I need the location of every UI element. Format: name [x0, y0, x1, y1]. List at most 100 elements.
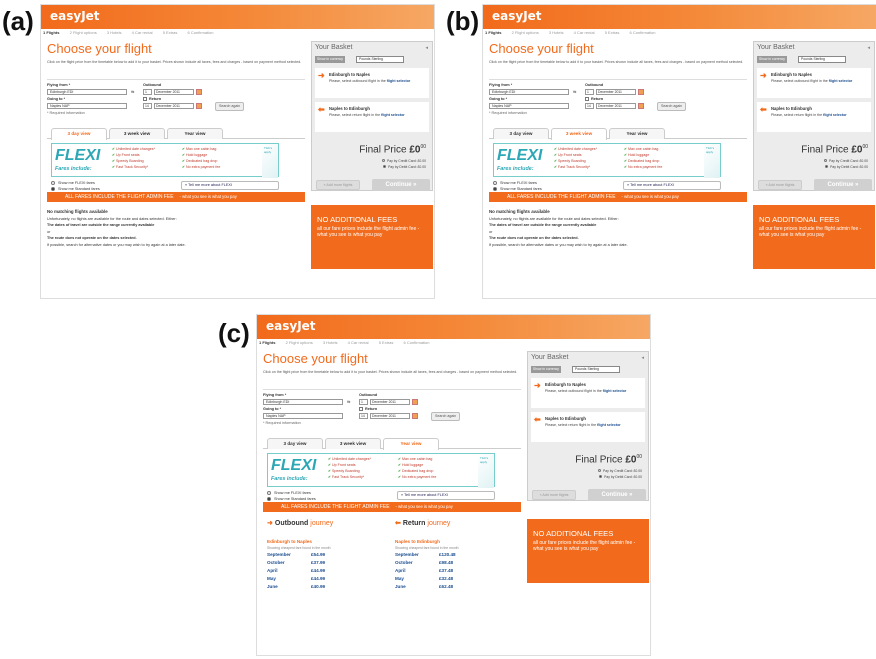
- pay-debit-radio[interactable]: Pay by Debit Card: £0.00: [825, 165, 868, 169]
- outbound-day-select[interactable]: 1: [143, 89, 152, 95]
- price-value[interactable]: £120.48: [439, 552, 456, 557]
- price-row[interactable]: April £37.48: [395, 568, 515, 576]
- step-car-rental[interactable]: 4 Car rental: [348, 340, 369, 345]
- return-month-select[interactable]: December 2011: [596, 103, 636, 109]
- outbound-calendar-icon[interactable]: [412, 399, 418, 405]
- tab-3-day-view[interactable]: 3 day view: [267, 438, 323, 449]
- price-row[interactable]: May £32.48: [395, 576, 515, 584]
- price-value[interactable]: £40.99: [311, 584, 325, 589]
- return-month-select[interactable]: December 2011: [154, 103, 194, 109]
- tab-year-view[interactable]: Year view: [167, 128, 223, 139]
- pay-debit-radio[interactable]: Pay by Debit Card: £0.00: [383, 165, 426, 169]
- tab-3-day-view[interactable]: 3 day view: [51, 128, 107, 140]
- easyjet-logo[interactable]: easyJet: [492, 9, 542, 23]
- pay-credit-radio[interactable]: Pay by Credit Card: £0.00: [597, 469, 642, 473]
- step-extras[interactable]: 5 Extras: [605, 30, 620, 35]
- pay-debit-radio[interactable]: Pay by Debit Card: £0.00: [599, 475, 642, 479]
- return-checkbox[interactable]: [359, 407, 363, 411]
- price-value[interactable]: £37.99: [311, 560, 325, 565]
- going-to-input[interactable]: Naples NAP: [47, 103, 127, 109]
- tab-year-view[interactable]: Year view: [609, 128, 665, 139]
- tell-me-more-flexi-link[interactable]: » Tell me more about FLEXI: [397, 491, 495, 500]
- step-flight-options[interactable]: 2 Flight options: [512, 30, 539, 35]
- flight-selector-link[interactable]: flight selector: [829, 79, 853, 83]
- step-confirmation[interactable]: 6 Confirmation: [187, 30, 213, 35]
- collapse-icon[interactable]: ◂: [641, 355, 644, 361]
- add-more-flights-button[interactable]: « Add more flights: [532, 490, 576, 500]
- step-car-rental[interactable]: 4 Car rental: [574, 30, 595, 35]
- flight-selector-link[interactable]: flight selector: [597, 423, 621, 427]
- continue-button[interactable]: Continue »: [588, 489, 646, 501]
- return-day-select[interactable]: 14: [585, 103, 594, 109]
- flying-from-input[interactable]: Edinburgh EDI: [263, 399, 343, 405]
- pay-credit-radio[interactable]: Pay by Credit Card: £0.00: [381, 159, 426, 163]
- easyjet-logo[interactable]: easyJet: [266, 319, 316, 333]
- price-row[interactable]: April £44.99: [267, 568, 387, 576]
- step-flight-options[interactable]: 2 Flight options: [70, 30, 97, 35]
- tab-year-view[interactable]: Year view: [383, 438, 439, 450]
- flight-selector-link[interactable]: flight selector: [381, 113, 405, 117]
- return-month-select[interactable]: December 2011: [370, 413, 410, 419]
- outbound-calendar-icon[interactable]: [196, 89, 202, 95]
- flight-selector-link[interactable]: flight selector: [823, 113, 847, 117]
- search-again-button[interactable]: Search again: [657, 102, 687, 111]
- price-value[interactable]: £44.99: [311, 568, 325, 573]
- collapse-icon[interactable]: ◂: [867, 45, 870, 51]
- add-more-flights-button[interactable]: « Add more flights: [316, 180, 360, 190]
- outbound-day-select[interactable]: 1: [585, 89, 594, 95]
- easyjet-logo[interactable]: easyJet: [50, 9, 100, 23]
- outbound-month-select[interactable]: December 2011: [596, 89, 636, 95]
- price-value[interactable]: £32.48: [439, 576, 453, 581]
- flight-selector-link[interactable]: flight selector: [603, 389, 627, 393]
- outbound-month-select[interactable]: December 2011: [154, 89, 194, 95]
- price-row[interactable]: June £62.48: [395, 584, 515, 592]
- step-confirmation[interactable]: 6 Confirmation: [629, 30, 655, 35]
- step-flight-options[interactable]: 2 Flight options: [286, 340, 313, 345]
- step-hotels[interactable]: 3 Hotels: [107, 30, 122, 35]
- step-extras[interactable]: 5 Extras: [379, 340, 394, 345]
- price-value[interactable]: £54.99: [311, 552, 325, 557]
- price-row[interactable]: September £54.99: [267, 552, 387, 560]
- step-flights[interactable]: 1 Flights: [43, 30, 59, 35]
- price-value[interactable]: £62.48: [439, 584, 453, 589]
- price-row[interactable]: September £120.48: [395, 552, 515, 560]
- flexi-banner[interactable]: FLEXI Fares include: ✔Unlimited date cha…: [51, 143, 279, 178]
- search-again-button[interactable]: Search again: [215, 102, 245, 111]
- search-again-button[interactable]: Search again: [431, 412, 461, 421]
- step-confirmation[interactable]: 6 Confirmation: [403, 340, 429, 345]
- flight-selector-link[interactable]: flight selector: [387, 79, 411, 83]
- outbound-day-select[interactable]: 1: [359, 399, 368, 405]
- return-checkbox[interactable]: [143, 97, 147, 101]
- flexi-banner[interactable]: FLEXI Fares include: ✔Unlimited date cha…: [493, 143, 721, 178]
- collapse-icon[interactable]: ◂: [425, 45, 428, 51]
- price-value[interactable]: £37.48: [439, 568, 453, 573]
- price-value[interactable]: £98.48: [439, 560, 453, 565]
- swap-icon[interactable]: ⇆: [573, 89, 576, 94]
- price-row[interactable]: May £44.99: [267, 576, 387, 584]
- return-calendar-icon[interactable]: [196, 103, 202, 109]
- return-day-select[interactable]: 14: [359, 413, 368, 419]
- outbound-calendar-icon[interactable]: [638, 89, 644, 95]
- currency-select[interactable]: Pounds Sterling: [356, 56, 404, 63]
- going-to-input[interactable]: Naples NAP: [263, 413, 343, 419]
- flying-from-input[interactable]: Edinburgh EDI: [47, 89, 127, 95]
- tab-3-day-view[interactable]: 3 day view: [493, 128, 549, 139]
- tell-me-more-flexi-link[interactable]: » Tell me more about FLEXI: [181, 181, 279, 190]
- step-flights[interactable]: 1 Flights: [485, 30, 501, 35]
- continue-button[interactable]: Continue »: [372, 179, 430, 191]
- going-to-input[interactable]: Naples NAP: [489, 103, 569, 109]
- price-row[interactable]: October £37.99: [267, 560, 387, 568]
- continue-button[interactable]: Continue »: [814, 179, 872, 191]
- flexi-banner[interactable]: FLEXI Fares include: ✔Unlimited date cha…: [267, 453, 495, 488]
- tab-3-week-view[interactable]: 3 week view: [551, 128, 607, 140]
- step-extras[interactable]: 5 Extras: [163, 30, 178, 35]
- pay-credit-radio[interactable]: Pay by Credit Card: £0.00: [823, 159, 868, 163]
- price-row[interactable]: October £98.48: [395, 560, 515, 568]
- return-calendar-icon[interactable]: [412, 413, 418, 419]
- price-row[interactable]: June £40.99: [267, 584, 387, 592]
- return-day-select[interactable]: 14: [143, 103, 152, 109]
- currency-select[interactable]: Pounds Sterling: [798, 56, 846, 63]
- add-more-flights-button[interactable]: « Add more flights: [758, 180, 802, 190]
- return-calendar-icon[interactable]: [638, 103, 644, 109]
- outbound-month-select[interactable]: December 2011: [370, 399, 410, 405]
